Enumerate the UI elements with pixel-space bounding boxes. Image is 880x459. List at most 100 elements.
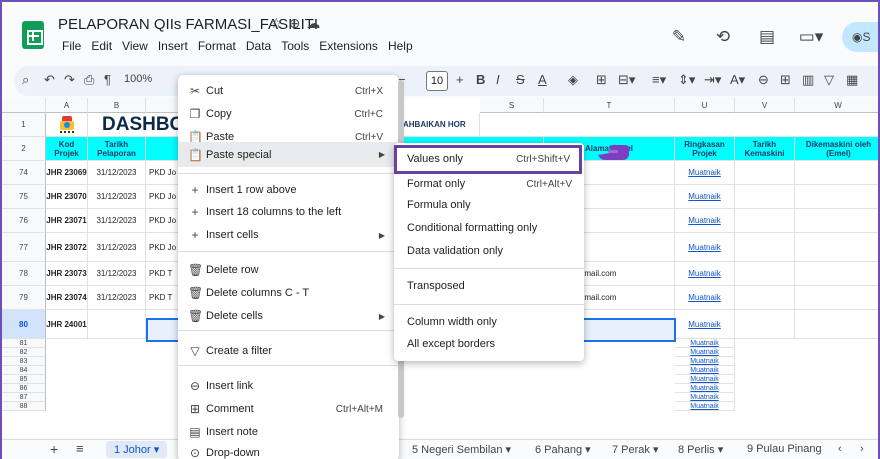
submenu-values-only[interactable]: Values only Ctrl+Shift+V — [394, 145, 582, 174]
header-c[interactable] — [146, 137, 180, 161]
column-header-w[interactable]: W — [795, 98, 878, 113]
menu-item-create-filter[interactable]: ▽ Create a filter — [178, 339, 399, 363]
cell-tarikh-kemaskini[interactable] — [735, 233, 795, 262]
cell-dikemaskini[interactable] — [795, 233, 878, 262]
menu-extensions[interactable]: Extensions — [314, 39, 383, 53]
align-vertical-icon[interactable]: ⇕▾ — [678, 72, 695, 88]
menu-item-cut[interactable]: ✂ Cut Ctrl+X — [178, 79, 399, 103]
search-menus-icon[interactable]: ⌕ — [22, 72, 29, 88]
cell-kod-projek[interactable]: JHR 23071 — [46, 209, 88, 233]
undo-icon[interactable]: ↶ — [44, 72, 55, 88]
star-icon[interactable]: ☆ — [270, 15, 289, 31]
scroll-tabs-left-icon[interactable]: ‹ — [838, 443, 842, 455]
link-muatnaik[interactable]: Muatnaik — [675, 286, 735, 310]
cell-c[interactable]: PKD Jo — [146, 185, 180, 209]
menu-item-delete-columns[interactable]: 🗑 Delete columns C - T — [178, 281, 399, 305]
font-size-increase-icon[interactable]: + — [456, 72, 464, 87]
link-muatnaik[interactable]: Muatnaik — [675, 185, 735, 209]
menu-help[interactable]: Help — [383, 39, 418, 53]
link-muatnaik[interactable]: Muatnaik — [675, 393, 735, 402]
row-header[interactable]: 76 — [2, 209, 46, 233]
gemini-icon[interactable]: ✎ — [666, 24, 692, 50]
header-dikemaskini-oleh[interactable]: Dikemaskini oleh (Emel) — [795, 137, 878, 161]
column-header-c[interactable] — [146, 98, 180, 113]
italic-button[interactable]: I — [496, 72, 500, 87]
share-button[interactable]: ◉ S — [842, 22, 878, 52]
header-kod-projek[interactable]: Kod Projek — [46, 137, 88, 161]
link-muatnaik[interactable]: Muatnaik — [675, 402, 735, 411]
link-muatnaik[interactable]: Muatnaik — [675, 339, 735, 348]
cell-dikemaskini[interactable] — [795, 185, 878, 209]
cell-dikemaskini[interactable] — [795, 310, 878, 339]
column-header-u[interactable]: U — [675, 98, 735, 113]
paint-format-icon[interactable]: ¶ — [104, 72, 111, 87]
cell-tarikh-kemaskini[interactable] — [735, 161, 795, 185]
cell-dikemaskini[interactable] — [795, 161, 878, 185]
align-horizontal-icon[interactable]: ≡▾ — [652, 72, 666, 88]
menu-item-insert-cells[interactable]: + Insert cells ▶ — [178, 223, 399, 247]
cell-kod-projek[interactable]: JHR 23069 — [46, 161, 88, 185]
menu-data[interactable]: Data — [241, 39, 276, 53]
cloud-icon[interactable]: ☁ — [306, 15, 326, 31]
row-header[interactable]: 77 — [2, 233, 46, 262]
filter-views-icon[interactable]: ▦ — [846, 72, 858, 88]
cell-c[interactable]: PKD Jo — [146, 209, 180, 233]
fill-color-icon[interactable]: ◈ — [568, 72, 578, 88]
cell-tarikh-kemaskini[interactable] — [735, 262, 795, 286]
submenu-conditional-formatting-only[interactable]: Conditional formatting only — [394, 216, 584, 240]
link-muatnaik[interactable]: Muatnaik — [675, 384, 735, 393]
cell-dikemaskini[interactable] — [795, 209, 878, 233]
link-muatnaik[interactable]: Muatnaik — [675, 366, 735, 375]
row-header[interactable]: 79 — [2, 286, 46, 310]
cell-kod-projek[interactable]: JHR 23073 — [46, 262, 88, 286]
font-size-input[interactable]: 10 — [426, 71, 448, 91]
redo-icon[interactable]: ↷ — [64, 72, 75, 88]
row-header[interactable]: 85 — [2, 375, 46, 384]
header-tarikh-kemaskini[interactable]: Tarikh Kemaskini — [735, 137, 795, 161]
sheets-logo-icon[interactable] — [22, 21, 44, 49]
cell-dikemaskini[interactable] — [795, 262, 878, 286]
text-color-button[interactable]: A — [538, 72, 547, 87]
merge-cells-icon[interactable]: ⊟▾ — [618, 72, 635, 88]
zoom-select[interactable]: 100% — [124, 73, 152, 85]
menu-item-comment[interactable]: ⊞ Comment Ctrl+Alt+M — [178, 397, 399, 421]
cell-tarikh[interactable] — [88, 310, 146, 339]
insert-chart-icon[interactable]: ▥ — [802, 72, 814, 88]
text-rotation-icon[interactable]: A▾ — [730, 72, 745, 88]
menu-item-delete-row[interactable]: 🗑 Delete row — [178, 258, 399, 282]
cell-tarikh-kemaskini[interactable] — [735, 185, 795, 209]
link-muatnaik[interactable]: Muatnaik — [675, 357, 735, 366]
link-muatnaik[interactable]: Muatnaik — [675, 209, 735, 233]
history-icon[interactable]: ⟲ — [710, 24, 736, 50]
cell-tarikh[interactable]: 31/12/2023 — [88, 185, 146, 209]
cell-c[interactable]: PKD T — [146, 262, 180, 286]
menu-item-dropdown[interactable]: ⊙ Drop-down — [178, 441, 399, 459]
row-header[interactable]: 81 — [2, 339, 46, 348]
submenu-all-except-borders[interactable]: All except borders — [394, 332, 584, 356]
header-tarikh-pelaporan[interactable]: Tarikh Pelaporan — [88, 137, 146, 161]
row-header[interactable]: 83 — [2, 357, 46, 366]
sheet-tab-perlis[interactable]: 8 Perlis ▾ — [678, 443, 723, 456]
link-muatnaik[interactable]: Muatnaik — [675, 161, 735, 185]
cell-kod-projek[interactable]: JHR 23070 — [46, 185, 88, 209]
menu-view[interactable]: View — [117, 39, 153, 53]
column-header-t[interactable]: T — [544, 98, 675, 113]
row-header[interactable]: 1 — [2, 113, 46, 137]
submenu-column-width-only[interactable]: Column width only — [394, 310, 584, 334]
cell-c[interactable]: PKD Jo — [146, 161, 180, 185]
menu-item-delete-cells[interactable]: 🗑 Delete cells ▶ — [178, 304, 399, 328]
filter-icon[interactable]: ▽ — [824, 72, 834, 88]
submenu-formula-only[interactable]: Formula only — [394, 193, 584, 217]
insert-comment-icon[interactable]: ⊞ — [780, 72, 791, 88]
cell-tarikh-kemaskini[interactable] — [735, 310, 795, 339]
row-header[interactable]: 75 — [2, 185, 46, 209]
link-muatnaik[interactable]: Muatnaik — [675, 310, 735, 339]
cell-tarikh-kemaskini[interactable] — [735, 209, 795, 233]
cell-kod-projek[interactable]: JHR 24001 — [46, 310, 88, 339]
cell-tarikh[interactable]: 31/12/2023 — [88, 286, 146, 310]
row-header[interactable]: 74 — [2, 161, 46, 185]
sheet-tab-negeri-sembilan[interactable]: 5 Negeri Sembilan ▾ — [412, 443, 511, 456]
submenu-data-validation-only[interactable]: Data validation only — [394, 239, 584, 263]
cell-tarikh-kemaskini[interactable] — [735, 286, 795, 310]
cell-tarikh[interactable]: 31/12/2023 — [88, 209, 146, 233]
